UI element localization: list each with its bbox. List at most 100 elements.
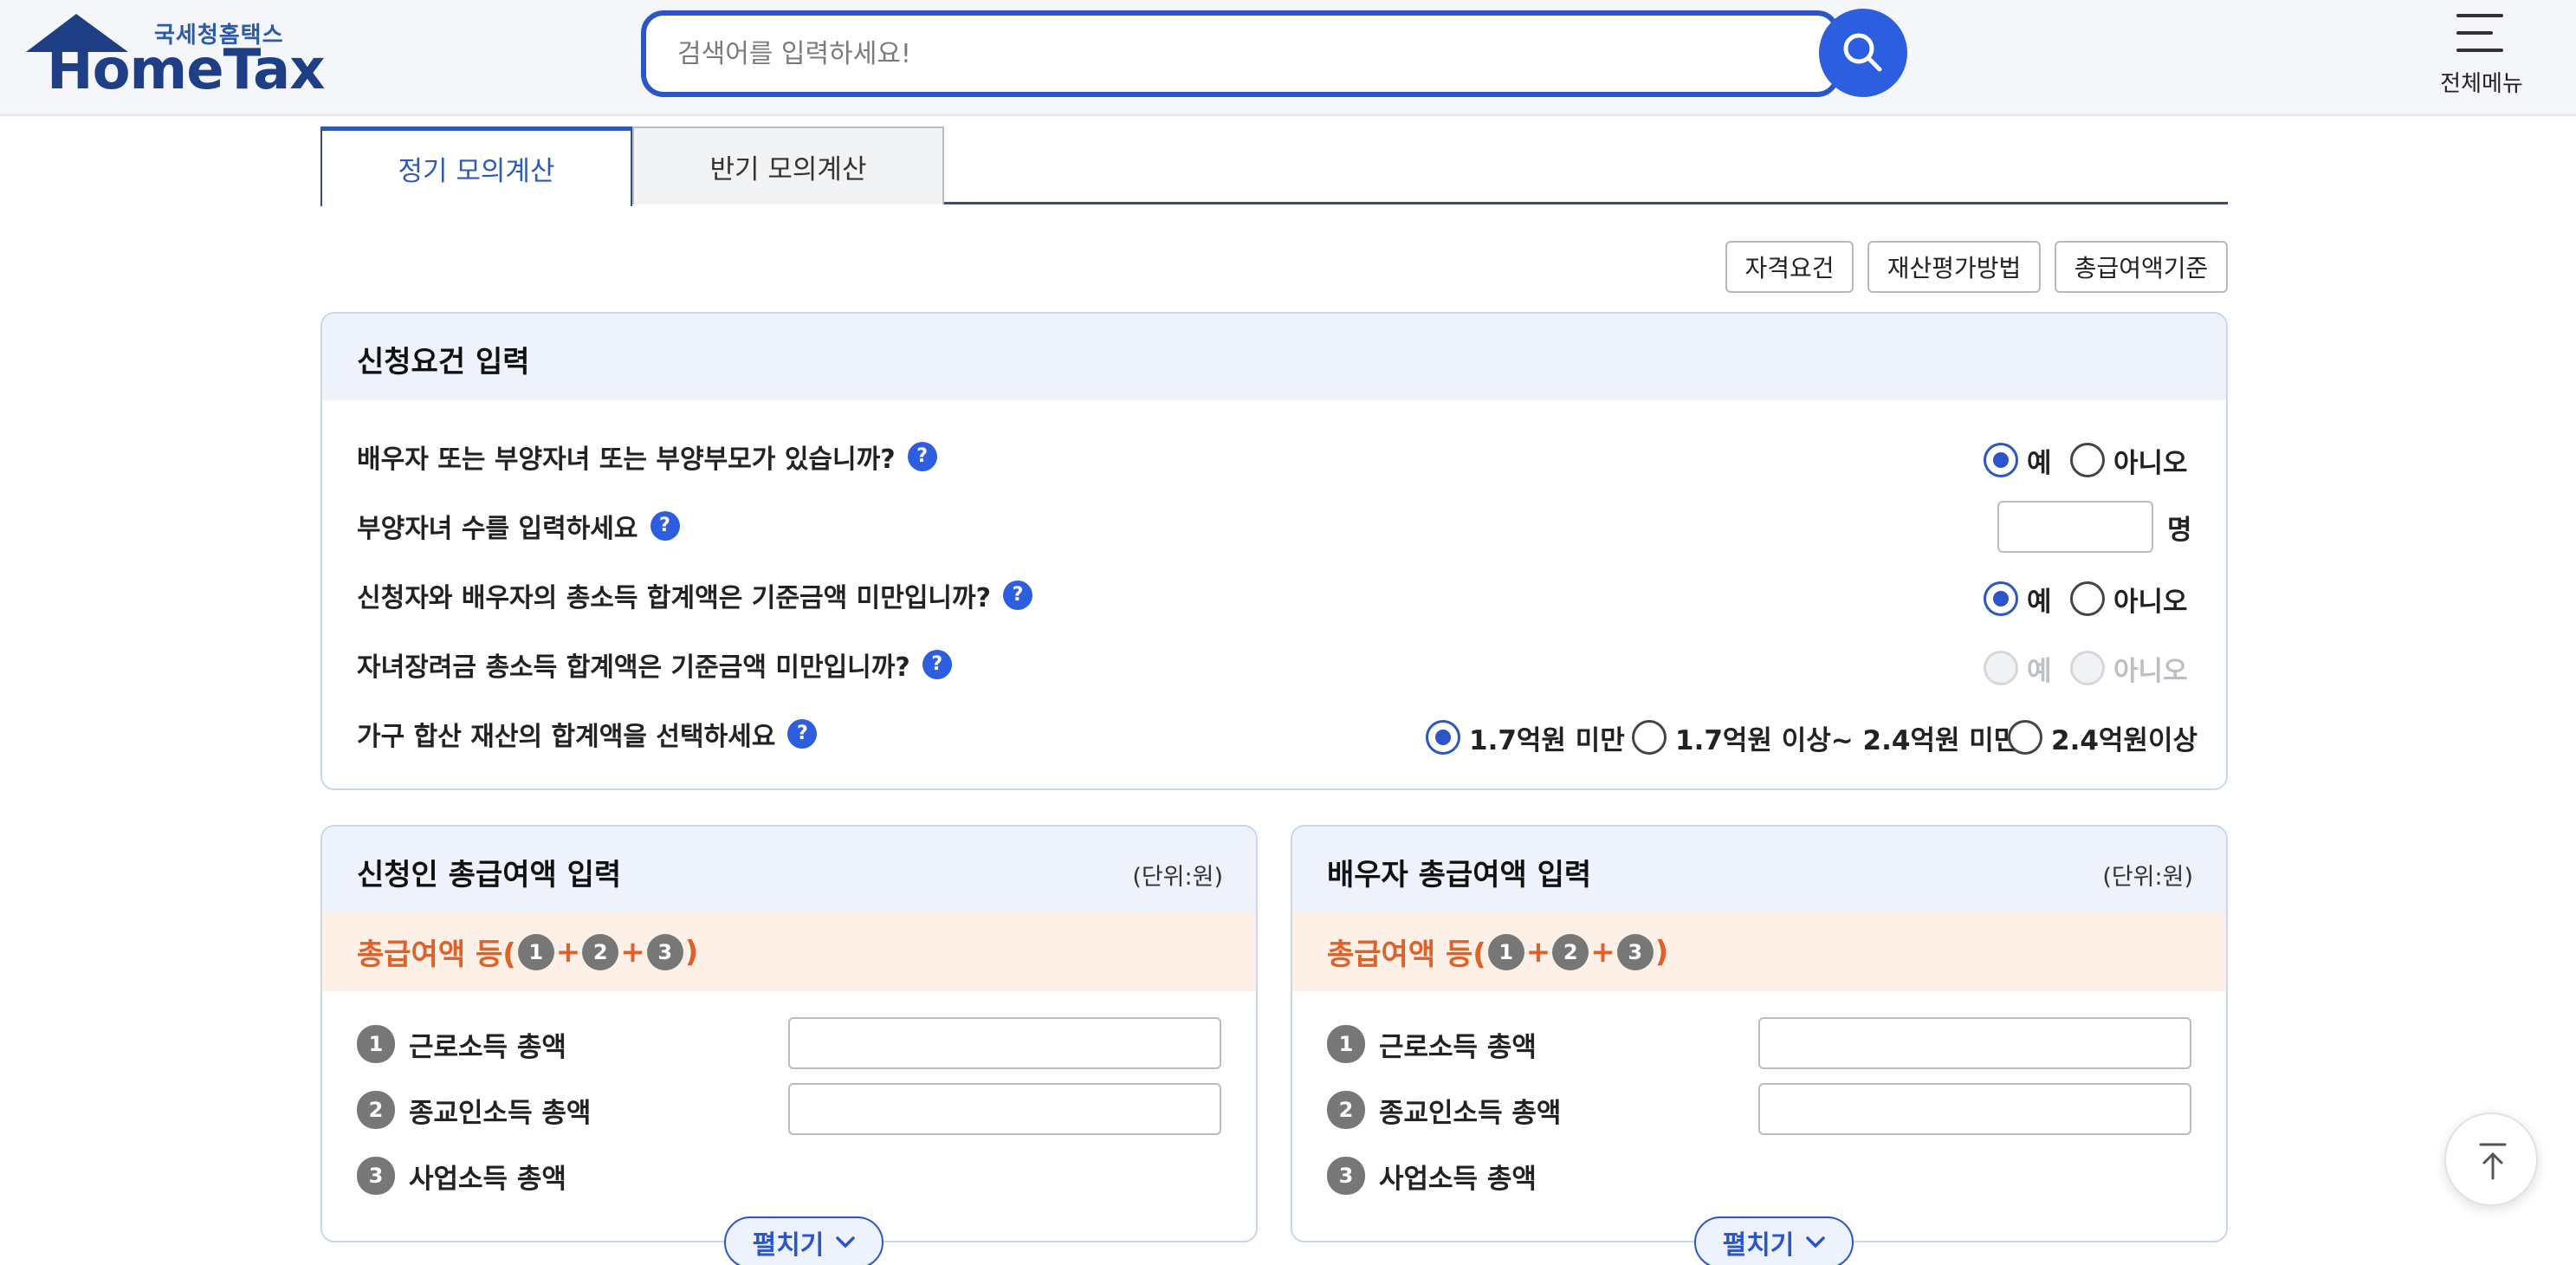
tab-half-year-calc[interactable]: 반기 모의계산 — [632, 126, 944, 204]
radio-checked-icon[interactable] — [1984, 581, 2018, 616]
hamburger-icon — [2456, 14, 2503, 54]
q3-no-label: 아니오 — [2113, 586, 2188, 618]
applicant-religious-input[interactable] — [788, 1083, 1221, 1135]
assets-1.7-to-2.4-label: 1.7억원 이상~ 2.4억원 미만 — [1675, 724, 2019, 756]
sum-suffix: ) — [1654, 934, 1669, 970]
applicant-earned-label: 근로소득 총액 — [409, 1031, 566, 1063]
circle-3-icon: 3 — [357, 1157, 395, 1195]
applicant-business-label: 사업소득 총액 — [409, 1163, 566, 1195]
applicant-income-header: 신청인 총급여액 입력 (단위:원) — [322, 827, 1256, 913]
sum-prefix: 총급여액 등( — [357, 937, 516, 972]
question-household-assets: 가구 합산 재산의 합계액을 선택하세요 ? — [357, 712, 818, 756]
spouse-earned-label: 근로소득 총액 — [1379, 1031, 1537, 1063]
q4-no-label: 아니오 — [2113, 655, 2188, 687]
spouse-unit-note: (단위:원) — [2102, 864, 2193, 891]
question-total-income-label: 신청자와 배우자의 총소득 합계액은 기준금액 미만입니까? — [357, 583, 992, 613]
applicant-unit-note: (단위:원) — [1132, 864, 1223, 891]
spouse-earned-input[interactable] — [1758, 1017, 2191, 1069]
q4-yes-option: 예 — [1984, 646, 2052, 690]
full-menu-button[interactable]: 전체메뉴 — [2425, 10, 2529, 106]
chevron-down-icon — [1806, 1236, 1826, 1248]
applicant-religious-label: 종교인소득 총액 — [409, 1097, 592, 1129]
scroll-top-button[interactable] — [2444, 1113, 2538, 1206]
applicant-item-business: 3 사업소득 총액 — [357, 1154, 566, 1197]
full-menu-label: 전체메뉴 — [2440, 71, 2523, 97]
search-button[interactable] — [1819, 9, 1907, 97]
circle-1-icon: 1 — [357, 1025, 395, 1063]
radio-checked-icon[interactable] — [1426, 720, 1460, 755]
q1-no-label: 아니오 — [2113, 447, 2188, 479]
circle-2-icon: 2 — [357, 1091, 395, 1129]
applicant-sum-label: 총급여액 등( 1 + 2 + 3 ) — [357, 931, 698, 973]
spouse-religious-label: 종교인소득 총액 — [1379, 1097, 1562, 1129]
spouse-income-panel: 배우자 총급여액 입력 (단위:원) 총급여액 등( 1 + 2 + 3 ) 1… — [1291, 825, 2228, 1242]
radio-disabled-icon — [2070, 651, 2105, 685]
circle-3-icon: 3 — [1327, 1157, 1365, 1195]
requirements-title: 신청요건 입력 — [357, 345, 530, 380]
question-total-income: 신청자와 배우자의 총소득 합계액은 기준금액 미만입니까? ? — [357, 574, 1033, 617]
help-icon[interactable]: ? — [787, 719, 818, 749]
q3-yes-option[interactable]: 예 — [1984, 577, 2052, 620]
q4-no-option: 아니오 — [2070, 646, 2188, 690]
q1-yes-option[interactable]: 예 — [1984, 438, 2052, 482]
radio-checked-icon[interactable] — [1984, 443, 2018, 477]
applicant-sum-bar: 총급여액 등( 1 + 2 + 3 ) — [322, 913, 1256, 991]
circle-1-icon: 1 — [1487, 933, 1524, 970]
question-child-count-label: 부양자녀 수를 입력하세요 — [357, 514, 638, 544]
plus-sign: + — [1590, 934, 1615, 970]
circle-3-icon: 3 — [1616, 933, 1654, 970]
requirements-header: 신청요건 입력 — [322, 314, 2226, 400]
chevron-down-icon — [836, 1236, 856, 1248]
expand-label: 펼치기 — [1722, 1230, 1795, 1261]
q1-no-option[interactable]: 아니오 — [2070, 438, 2188, 482]
radio-icon[interactable] — [2070, 581, 2105, 616]
q4-yes-label: 예 — [2027, 655, 2052, 687]
applicant-expand-button[interactable]: 펼치기 — [724, 1216, 883, 1265]
arrow-up-icon — [2479, 1143, 2507, 1180]
spouse-religious-input[interactable] — [1758, 1083, 2191, 1135]
search-icon — [1843, 33, 1882, 72]
q3-no-option[interactable]: 아니오 — [2070, 577, 2188, 620]
circle-2-icon: 2 — [1327, 1091, 1365, 1129]
assets-over-2.4-option[interactable]: 2.4억원이상 — [2008, 716, 2197, 759]
search-box — [641, 10, 1840, 97]
tab-regular-calc[interactable]: 정기 모의계산 — [320, 126, 632, 206]
eligibility-button[interactable]: 자격요건 — [1725, 241, 1854, 293]
q1-yes-label: 예 — [2027, 447, 2052, 479]
spouse-sum-bar: 총급여액 등( 1 + 2 + 3 ) — [1292, 913, 2226, 991]
assets-1.7-to-2.4-option[interactable]: 1.7억원 이상~ 2.4억원 미만 — [1632, 716, 2018, 759]
asset-valuation-button[interactable]: 재산평가방법 — [1867, 241, 2041, 293]
spouse-sum-label: 총급여액 등( 1 + 2 + 3 ) — [1327, 931, 1668, 973]
child-count-input[interactable] — [1997, 501, 2153, 553]
applicant-item-earned: 1 근로소득 총액 — [357, 1022, 566, 1066]
radio-icon[interactable] — [2008, 720, 2042, 755]
expand-label: 펼치기 — [752, 1230, 825, 1261]
assets-under-1.7-option[interactable]: 1.7억원 미만 — [1426, 716, 1625, 759]
applicant-earned-input[interactable] — [788, 1017, 1221, 1069]
help-icon[interactable]: ? — [922, 650, 952, 679]
question-child-incentive: 자녀장려금 총소득 합계액은 기준금액 미만입니까? ? — [357, 643, 952, 686]
circle-2-icon: 2 — [582, 933, 619, 970]
applicant-income-title: 신청인 총급여액 입력 — [357, 858, 622, 892]
sum-suffix: ) — [684, 934, 699, 970]
spouse-item-religious: 2 종교인소득 총액 — [1327, 1088, 1561, 1132]
plus-sign: + — [1525, 934, 1551, 970]
radio-disabled-icon — [1984, 651, 2018, 685]
spouse-business-label: 사업소득 총액 — [1379, 1163, 1537, 1195]
logo-title: HomeTax — [47, 38, 325, 102]
question-dependents: 배우자 또는 부양자녀 또는 부양부모가 있습니까? ? — [357, 435, 937, 478]
hometax-logo[interactable]: 국세청홈택스 HomeTax — [26, 12, 325, 102]
spouse-expand-button[interactable]: 펼치기 — [1694, 1216, 1854, 1265]
plus-sign: + — [620, 934, 645, 970]
help-icon[interactable]: ? — [1003, 581, 1033, 610]
radio-icon[interactable] — [1632, 720, 1667, 755]
applicant-item-religious: 2 종교인소득 총액 — [357, 1088, 591, 1132]
help-icon[interactable]: ? — [907, 442, 937, 471]
search-input[interactable] — [677, 33, 1717, 75]
plus-sign: + — [555, 934, 581, 970]
circle-2-icon: 2 — [1552, 933, 1589, 970]
help-icon[interactable]: ? — [650, 511, 680, 541]
radio-icon[interactable] — [2070, 443, 2105, 477]
total-salary-criteria-button[interactable]: 총급여액기준 — [2055, 241, 2228, 293]
circle-1-icon: 1 — [517, 933, 554, 970]
